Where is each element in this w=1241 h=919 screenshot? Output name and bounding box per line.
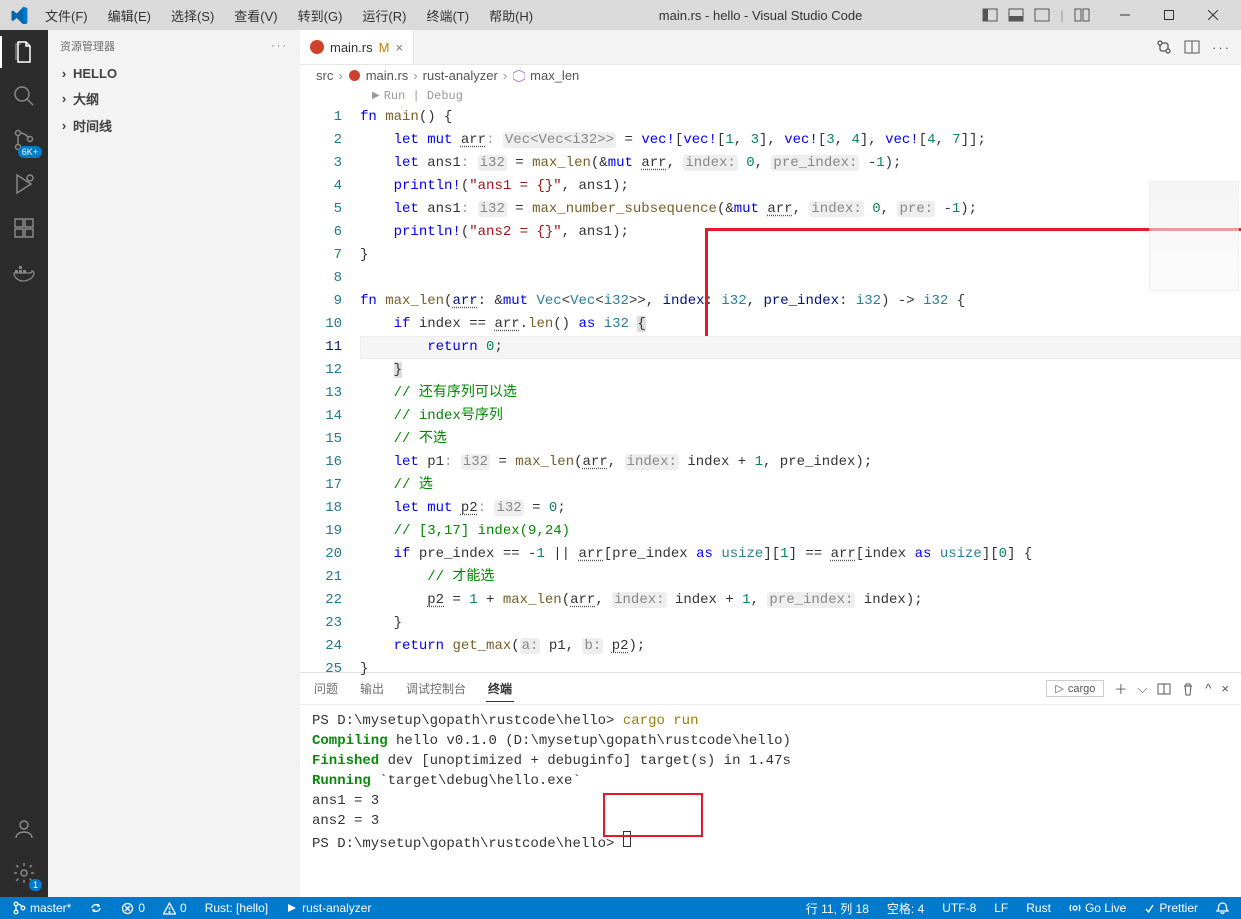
rust-file-icon [348,69,361,82]
sidebar: 资源管理器 ··· ›HELLO ›大纲 ›时间线 [48,30,300,897]
tab-label: main.rs [330,40,373,55]
split-editor-icon[interactable] [1184,39,1200,55]
settings-badge: 1 [29,879,42,891]
status-language[interactable]: Rust [1022,901,1055,915]
layout-right-icon[interactable] [1031,4,1053,26]
panel: 问题 输出 调试控制台 终端 ▷cargo ＋ ⌵ ^ × PS D:\myse… [300,672,1241,897]
tab-modified-indicator: M [379,40,390,55]
sidebar-title: 资源管理器 ··· [48,30,300,62]
breadcrumb-src[interactable]: src [316,68,333,83]
activity-bar: 6K+ 1 [0,30,48,897]
more-actions-icon[interactable]: ··· [1212,40,1231,55]
sidebar-more-icon[interactable]: ··· [271,40,288,52]
terminal-kill-icon[interactable] [1181,682,1195,696]
window-minimize-button[interactable] [1103,0,1147,30]
status-rust-project[interactable]: Rust: [hello] [201,901,272,915]
terminal-split-icon[interactable] [1157,682,1171,696]
tab-close-icon[interactable]: × [395,40,403,55]
status-warnings[interactable]: 0 [159,901,191,915]
status-notifications-icon[interactable] [1212,902,1233,915]
editor-tab-bar: main.rs M × ··· [300,30,1241,65]
breadcrumb-symbol[interactable]: max_len [530,68,579,83]
menu-edit[interactable]: 编辑(E) [99,4,160,27]
terminal-dropdown-icon[interactable]: ⌵ [1137,681,1147,697]
status-eol[interactable]: LF [990,901,1012,915]
layout-left-icon[interactable] [979,4,1001,26]
terminal-new-icon[interactable]: ＋ [1114,679,1127,698]
layout-bottom-icon[interactable] [1005,4,1027,26]
status-line-col[interactable]: 行 11, 列 18 [802,900,873,917]
code-editor[interactable]: 12345 678910 1112131415 1617181920 21222… [300,86,1241,672]
activity-settings-icon[interactable]: 1 [8,857,40,889]
menu-go[interactable]: 转到(G) [289,4,352,27]
activity-extensions-icon[interactable] [8,212,40,244]
highlight-box-terminal [603,793,703,837]
editor-tab-main-rs[interactable]: main.rs M × [300,30,414,64]
window-maximize-button[interactable] [1147,0,1191,30]
status-go-live[interactable]: Go Live [1065,901,1130,915]
vscode-logo-icon [10,6,28,24]
compare-changes-icon[interactable] [1156,39,1172,55]
sidebar-section-hello[interactable]: ›HELLO [48,64,300,83]
activity-source-control-icon[interactable]: 6K+ [8,124,40,156]
symbol-function-icon [512,69,525,82]
menu-bar: 文件(F) 编辑(E) 选择(S) 查看(V) 转到(G) 运行(R) 终端(T… [36,4,542,27]
codelens-run-debug[interactable]: ▶Run | Debug [360,86,1241,106]
status-spaces[interactable]: 空格: 4 [883,900,928,917]
status-errors[interactable]: 0 [117,901,149,915]
window-close-button[interactable] [1191,0,1235,30]
status-branch[interactable]: master* [8,901,75,915]
sidebar-section-outline[interactable]: ›大纲 [48,87,300,110]
layout-divider: | [1057,4,1067,26]
status-prettier[interactable]: Prettier [1140,901,1202,915]
editor-area: main.rs M × ··· src › main.rs › rust-ana… [300,30,1241,897]
status-encoding[interactable]: UTF-8 [938,901,980,915]
terminal-maximize-icon[interactable]: ^ [1205,681,1211,696]
breadcrumbs[interactable]: src › main.rs › rust-analyzer › max_len [300,65,1241,86]
activity-run-debug-icon[interactable] [8,168,40,200]
activity-account-icon[interactable] [8,813,40,845]
menu-help[interactable]: 帮助(H) [480,4,542,27]
breadcrumb-ra[interactable]: rust-analyzer [423,68,498,83]
sidebar-section-timeline[interactable]: ›时间线 [48,114,300,137]
panel-close-icon[interactable]: × [1221,681,1229,696]
menu-view[interactable]: 查看(V) [225,4,286,27]
line-number-gutter: 12345 678910 1112131415 1617181920 21222… [300,86,360,672]
menu-selection[interactable]: 选择(S) [162,4,223,27]
status-rust-analyzer[interactable]: rust-analyzer [282,901,375,915]
status-sync[interactable] [85,901,107,915]
breadcrumb-file[interactable]: main.rs [366,68,409,83]
menu-terminal[interactable]: 终端(T) [417,4,478,27]
terminal-profile-cargo[interactable]: ▷cargo [1046,680,1104,697]
layout-customize-icon[interactable] [1071,4,1093,26]
terminal[interactable]: PS D:\mysetup\gopath\rustcode\hello> car… [300,705,1241,897]
menu-run[interactable]: 运行(R) [353,4,415,27]
activity-explorer-icon[interactable] [8,36,40,68]
menu-file[interactable]: 文件(F) [36,4,97,27]
sidebar-title-label: 资源管理器 [60,38,115,54]
status-bar: master* 0 0 Rust: [hello] rust-analyzer … [0,897,1241,919]
activity-search-icon[interactable] [8,80,40,112]
activity-docker-icon[interactable] [8,256,40,288]
title-bar: 文件(F) 编辑(E) 选择(S) 查看(V) 转到(G) 运行(R) 终端(T… [0,0,1241,30]
source-control-badge: 6K+ [18,146,42,158]
rust-file-icon [310,40,324,54]
window-title: main.rs - hello - Visual Studio Code [542,8,979,23]
